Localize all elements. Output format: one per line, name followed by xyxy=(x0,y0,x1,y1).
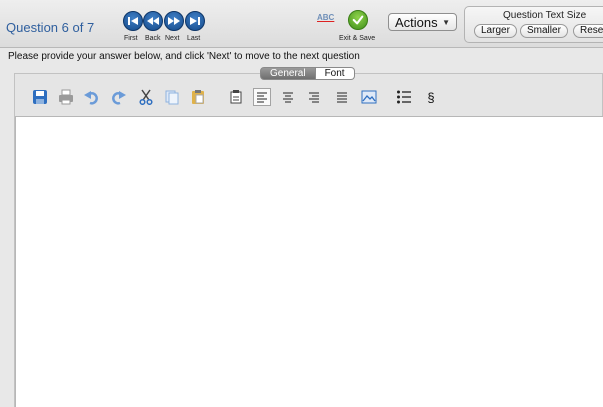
larger-button[interactable]: Larger xyxy=(474,24,517,38)
align-left-icon[interactable] xyxy=(253,88,271,106)
last-icon xyxy=(190,17,200,25)
next-button[interactable] xyxy=(164,11,184,31)
smaller-button[interactable]: Smaller xyxy=(520,24,568,38)
cut-icon[interactable] xyxy=(137,88,155,106)
back-button[interactable] xyxy=(143,11,163,31)
exit-save-button[interactable] xyxy=(348,10,368,30)
answer-text-area[interactable] xyxy=(15,116,603,407)
top-bar: Question 6 of 7 First Back Next Last ABC… xyxy=(0,0,603,48)
image-icon[interactable] xyxy=(360,88,378,106)
reset-button[interactable]: Reset xyxy=(573,24,603,38)
question-text-size-title: Question Text Size xyxy=(503,10,587,21)
redo-icon[interactable] xyxy=(109,88,127,106)
tab-general[interactable]: General xyxy=(260,67,316,80)
paste-icon[interactable] xyxy=(189,88,207,106)
next-label: Next xyxy=(165,35,180,42)
actions-dropdown[interactable]: Actions ▼ xyxy=(388,13,457,31)
justify-icon[interactable] xyxy=(333,88,351,106)
align-center-icon[interactable] xyxy=(279,88,297,106)
instruction-text: Please provide your answer below, and cl… xyxy=(8,51,360,62)
last-button[interactable] xyxy=(185,11,205,31)
question-text-size-panel: Question Text Size Larger Smaller Reset xyxy=(464,6,603,43)
copy-icon[interactable] xyxy=(163,88,181,106)
editor-tabs: General Font xyxy=(260,67,355,80)
paste-special-icon[interactable] xyxy=(227,88,245,106)
dropdown-arrow-icon: ▼ xyxy=(442,18,450,27)
last-label: Last xyxy=(187,35,201,42)
exit-save-label: Exit & Save xyxy=(339,35,376,42)
align-right-icon[interactable] xyxy=(305,88,323,106)
undo-icon[interactable] xyxy=(83,88,101,106)
question-counter: Question 6 of 7 xyxy=(6,20,95,35)
rewind-icon xyxy=(147,17,159,25)
actions-label: Actions xyxy=(395,15,438,30)
back-label: Back xyxy=(145,35,161,42)
spell-check-icon[interactable]: ABC xyxy=(317,13,334,22)
fast-forward-icon xyxy=(168,17,180,25)
section-symbol-icon[interactable]: § xyxy=(422,88,440,106)
first-button[interactable] xyxy=(123,11,143,31)
save-icon[interactable] xyxy=(31,88,49,106)
tab-font[interactable]: Font xyxy=(315,67,355,80)
print-icon[interactable] xyxy=(57,88,75,106)
bulleted-list-icon[interactable] xyxy=(395,88,413,106)
first-label: First xyxy=(124,35,138,42)
checkmark-icon xyxy=(352,15,364,25)
first-icon xyxy=(128,17,138,25)
